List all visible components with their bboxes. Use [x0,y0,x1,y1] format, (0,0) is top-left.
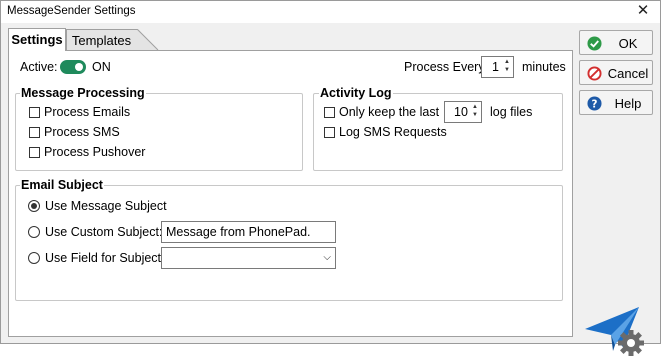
process-emails-checkbox[interactable] [29,107,40,118]
process-pushover-label: Process Pushover [44,145,146,159]
use-field-for-subject-label: Use Field for Subject: [45,251,165,265]
tab-templates-edge [134,29,159,50]
use-message-subject-label: Use Message Subject [45,199,167,213]
active-toggle[interactable] [60,60,86,74]
log-sms-checkbox[interactable] [324,127,335,138]
paper-plane-gear-logo [585,307,644,356]
check-circle-icon [587,36,602,51]
window-title: MessageSender Settings [7,5,136,17]
process-sms-label: Process SMS [44,125,120,139]
activity-log-title: Activity Log [319,86,393,100]
chevron-down-icon: ⌵ [323,252,331,263]
title-bar: MessageSender Settings ✕ [1,1,660,23]
process-emails-label: Process Emails [44,105,131,119]
minutes-label: minutes [522,60,566,74]
process-every-value: 1 [492,60,499,74]
keep-last-value: 10 [454,105,468,119]
tab-settings[interactable]: Settings [8,28,66,51]
keep-last-spinner[interactable]: 10 ▲ ▼ [444,101,482,123]
message-processing-title: Message Processing [20,86,146,100]
help-button[interactable]: ? Help [579,90,653,115]
client-area: Settings Templates Active: ON Process Ev… [1,23,660,356]
close-icon[interactable]: ✕ [634,2,652,20]
use-field-for-subject-radio[interactable] [28,252,40,264]
log-files-label: log files [490,105,533,119]
ok-button-label: OK [618,36,638,51]
use-message-subject-radio[interactable] [28,200,40,212]
use-custom-subject-radio[interactable] [28,226,40,238]
process-pushover-checkbox[interactable] [29,147,40,158]
tab-templates-label: Templates [71,33,132,48]
settings-window: MessageSender Settings ✕ Settings Templa… [0,0,661,356]
tab-templates[interactable]: Templates [66,29,136,50]
process-every-label: Process Every [404,60,485,74]
keep-last-label: Only keep the last [339,105,440,119]
settings-tab-page: Active: ON Process Every 1 ▲ ▼ minutes Me… [8,50,573,337]
question-icon: ? [587,96,602,111]
help-button-label: Help [614,96,642,111]
email-subject-title: Email Subject [20,178,104,192]
log-sms-label: Log SMS Requests [339,125,447,139]
use-custom-subject-label: Use Custom Subject: [45,225,163,239]
ok-button[interactable]: OK [579,30,653,55]
field-for-subject-select[interactable]: ⌵ [161,247,336,269]
spinner-arrows-icon[interactable]: ▲ ▼ [503,58,511,76]
active-label: Active: [20,60,58,74]
no-entry-icon [587,66,602,81]
process-every-spinner[interactable]: 1 ▲ ▼ [481,56,514,78]
cancel-button-label: Cancel [607,66,649,81]
keep-last-checkbox[interactable] [324,107,335,118]
toggle-knob [75,63,83,71]
active-state-label: ON [92,60,111,74]
svg-text:?: ? [592,98,598,110]
spinner-arrows-icon[interactable]: ▲ ▼ [471,103,479,121]
process-sms-checkbox[interactable] [29,127,40,138]
cancel-button[interactable]: Cancel [579,60,653,85]
custom-subject-input[interactable]: Message from PhonePad. [161,221,336,243]
